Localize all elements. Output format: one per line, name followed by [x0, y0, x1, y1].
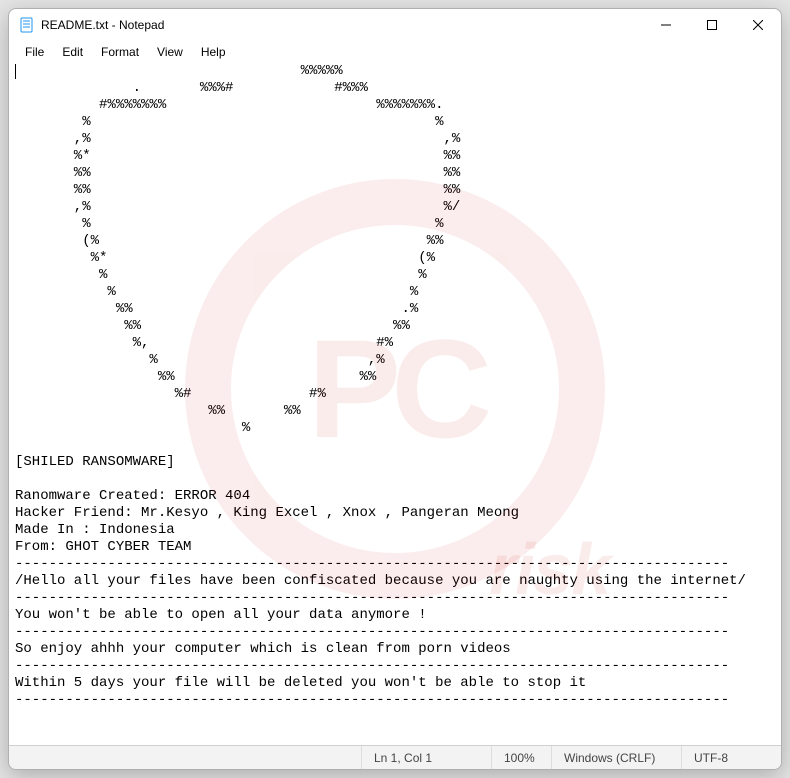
menu-view[interactable]: View — [149, 43, 191, 61]
maximize-button[interactable] — [689, 9, 735, 41]
menu-edit[interactable]: Edit — [54, 43, 91, 61]
status-encoding: UTF-8 — [681, 746, 781, 769]
editor-textarea[interactable]: %%%%% . %%%# #%%% #%%%%%%% %%%%%%%. % % … — [9, 63, 781, 745]
status-position: Ln 1, Col 1 — [361, 746, 491, 769]
text-caret — [15, 64, 16, 79]
notepad-icon — [19, 17, 35, 33]
close-button[interactable] — [735, 9, 781, 41]
titlebar: README.txt - Notepad — [9, 9, 781, 41]
menu-file[interactable]: File — [17, 43, 52, 61]
menubar: File Edit Format View Help — [9, 41, 781, 63]
document-content: %%%%% . %%%# #%%% #%%%%%%% %%%%%%%. % % … — [15, 63, 746, 708]
minimize-button[interactable] — [643, 9, 689, 41]
status-zoom: 100% — [491, 746, 551, 769]
status-line-ending: Windows (CRLF) — [551, 746, 681, 769]
notepad-window: README.txt - Notepad File Edit Format Vi… — [8, 8, 782, 770]
statusbar: Ln 1, Col 1 100% Windows (CRLF) UTF-8 — [9, 745, 781, 769]
menu-format[interactable]: Format — [93, 43, 147, 61]
menu-help[interactable]: Help — [193, 43, 234, 61]
window-title: README.txt - Notepad — [41, 18, 164, 32]
